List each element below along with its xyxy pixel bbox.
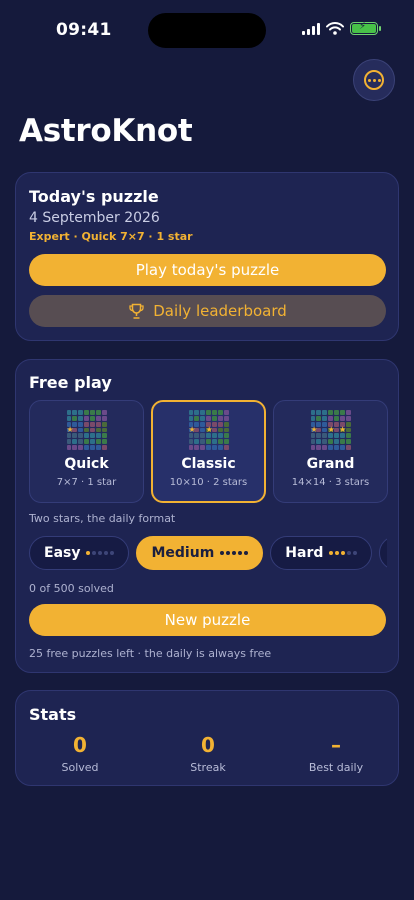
stat-best-daily: – Best daily: [272, 733, 400, 774]
grid-preview-icon: ★ ★: [188, 410, 229, 450]
stat-label: Best daily: [308, 761, 364, 774]
stats-row: 0 Solved 0 Streak – Best daily: [16, 733, 400, 774]
dynamic-island: [148, 13, 266, 48]
difficulty-expert[interactable]: Ex: [379, 536, 387, 570]
free-play-card: Free play ★ Quick 7×7 · 1 star ★ ★ Classi…: [15, 359, 399, 673]
mode-name: Quick: [64, 456, 109, 472]
stat-value: 0: [201, 733, 215, 757]
signal-icon: [302, 22, 320, 35]
difficulty-medium[interactable]: Medium: [136, 536, 264, 570]
new-puzzle-button[interactable]: New puzzle: [29, 604, 386, 636]
stats-title: Stats: [29, 705, 77, 724]
daily-date: 4 September 2026: [29, 210, 160, 226]
mode-desc: 7×7 · 1 star: [56, 477, 117, 488]
daily-meta: Expert · Quick 7×7 · 1 star: [29, 230, 193, 243]
difficulty-hard[interactable]: Hard: [270, 536, 373, 570]
daily-puzzle-card: Today's puzzle 4 September 2026 Expert ·…: [15, 172, 399, 341]
free-puzzles-note: 25 free puzzles left · the daily is alwa…: [29, 647, 272, 660]
difficulty-dots-icon: [220, 551, 249, 555]
stat-value: 0: [73, 733, 87, 757]
solved-count: 0 of 500 solved: [29, 582, 114, 595]
difficulty-dots-icon: [86, 551, 115, 555]
daily-title: Today's puzzle: [29, 187, 159, 206]
trophy-icon: [129, 303, 144, 319]
format-note: Two stars, the daily format: [29, 512, 176, 525]
leaderboard-button[interactable]: Daily leaderboard: [29, 295, 386, 327]
difficulty-label: Medium: [151, 545, 215, 561]
stat-value: –: [331, 733, 341, 757]
wifi-icon: [326, 22, 344, 35]
stat-label: Solved: [61, 761, 99, 774]
mode-name: Classic: [181, 456, 236, 472]
stat-solved: 0 Solved: [16, 733, 144, 774]
status-bar: 09:41 ⚡: [0, 0, 414, 56]
star-icon: ★: [205, 425, 213, 435]
grid-preview-icon: ★ ★ ★: [310, 410, 351, 450]
stat-label: Streak: [190, 761, 226, 774]
leaderboard-label: Daily leaderboard: [153, 302, 287, 320]
star-icon: ★: [339, 425, 347, 435]
mode-quick[interactable]: ★ Quick 7×7 · 1 star: [29, 400, 144, 503]
more-icon: [364, 70, 384, 90]
status-time: 09:41: [56, 20, 112, 40]
difficulty-label: Easy: [44, 545, 81, 561]
mode-name: Grand: [306, 456, 355, 472]
stats-card: Stats 0 Solved 0 Streak – Best daily: [15, 690, 399, 786]
app-title: AstroKnot: [19, 113, 193, 149]
mode-desc: 10×10 · 2 stars: [169, 477, 248, 488]
star-icon: ★: [66, 425, 74, 435]
difficulty-label: Hard: [285, 545, 324, 561]
mode-desc: 14×14 · 3 stars: [291, 477, 370, 488]
battery-icon: ⚡: [350, 21, 381, 35]
stat-streak: 0 Streak: [144, 733, 272, 774]
status-icons: ⚡: [302, 21, 381, 35]
mode-selector: ★ Quick 7×7 · 1 star ★ ★ Classic 10×10 · …: [29, 400, 388, 503]
difficulty-easy[interactable]: Easy: [29, 536, 130, 570]
more-options-button[interactable]: [353, 59, 395, 101]
difficulty-dots-icon: [329, 551, 358, 555]
difficulty-selector: Easy Medium Hard Ex: [29, 536, 387, 572]
play-today-button[interactable]: Play today's puzzle: [29, 254, 386, 286]
star-icon: ★: [310, 425, 318, 435]
star-icon: ★: [188, 425, 196, 435]
grid-preview-icon: ★: [66, 410, 107, 450]
star-icon: ★: [327, 425, 335, 435]
free-play-title: Free play: [29, 373, 112, 392]
mode-grand[interactable]: ★ ★ ★ Grand 14×14 · 3 stars: [273, 400, 388, 503]
mode-classic[interactable]: ★ ★ Classic 10×10 · 2 stars: [151, 400, 266, 503]
